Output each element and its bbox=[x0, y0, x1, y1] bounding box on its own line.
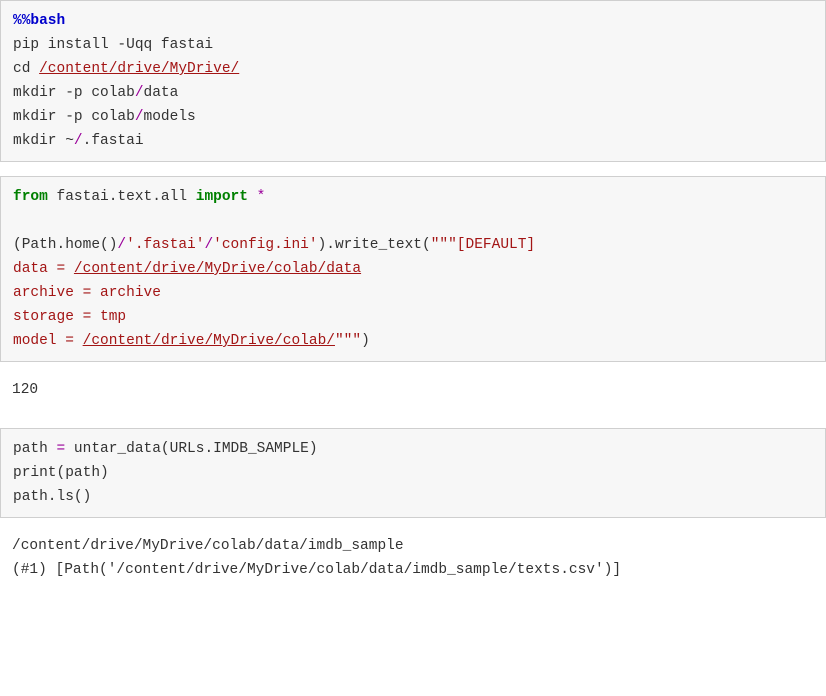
output-line: /content/drive/MyDrive/colab/data/imdb_s… bbox=[12, 534, 814, 558]
magic-token: %%bash bbox=[13, 13, 65, 29]
path-token: /content/drive/MyDrive/colab/data bbox=[74, 261, 361, 277]
string-token: model = bbox=[13, 333, 83, 349]
code-line: (Path.home()/'.fastai'/'config.ini').wri… bbox=[13, 233, 813, 257]
operator: / bbox=[204, 237, 213, 253]
path-token: /content/drive/MyDrive/colab/ bbox=[83, 333, 335, 349]
code-text: .fastai bbox=[83, 133, 144, 149]
operator: * bbox=[257, 189, 266, 205]
string-token: data = bbox=[13, 261, 74, 277]
keyword: from bbox=[13, 189, 48, 205]
code-cell-3: path = untar_data(URLs.IMDB_SAMPLE) prin… bbox=[0, 428, 826, 518]
code-text: pip install -Uqq fastai bbox=[13, 37, 213, 53]
string-token: archive = archive bbox=[13, 285, 161, 301]
string-token: '.fastai' bbox=[126, 237, 204, 253]
code-text: path.ls() bbox=[13, 489, 91, 505]
code-text: untar_data(URLs.IMDB_SAMPLE) bbox=[65, 441, 317, 457]
operator: / bbox=[135, 85, 144, 101]
code-cell-2: from fastai.text.all import * (Path.home… bbox=[0, 176, 826, 362]
output-cell-2: 120 bbox=[0, 376, 826, 416]
string-token: """[DEFAULT] bbox=[431, 237, 535, 253]
operator: / bbox=[117, 237, 126, 253]
code-line: storage = tmp bbox=[13, 305, 813, 329]
code-text: mkdir -p colab bbox=[13, 109, 135, 125]
code-line: path = untar_data(URLs.IMDB_SAMPLE) bbox=[13, 437, 813, 461]
code-text: print(path) bbox=[13, 465, 109, 481]
output-cell-3: /content/drive/MyDrive/colab/data/imdb_s… bbox=[0, 532, 826, 596]
code-text: (Path.home() bbox=[13, 237, 117, 253]
code-line: mkdir -p colab/data bbox=[13, 81, 813, 105]
code-line: path.ls() bbox=[13, 485, 813, 509]
keyword: import bbox=[196, 189, 248, 205]
code-line: mkdir ~/.fastai bbox=[13, 129, 813, 153]
code-line: from fastai.text.all import * bbox=[13, 185, 813, 209]
code-text: ) bbox=[361, 333, 370, 349]
code-text: ).write_text( bbox=[318, 237, 431, 253]
code-line: data = /content/drive/MyDrive/colab/data bbox=[13, 257, 813, 281]
code-line: cd /content/drive/MyDrive/ bbox=[13, 57, 813, 81]
operator: / bbox=[135, 109, 144, 125]
code-text: fastai.text.all bbox=[48, 189, 196, 205]
output-line: 120 bbox=[12, 378, 814, 402]
code-line: pip install -Uqq fastai bbox=[13, 33, 813, 57]
code-text bbox=[248, 189, 257, 205]
code-line: archive = archive bbox=[13, 281, 813, 305]
code-text: mkdir -p colab bbox=[13, 85, 135, 101]
code-line: mkdir -p colab/models bbox=[13, 105, 813, 129]
output-line: (#1) [Path('/content/drive/MyDrive/colab… bbox=[12, 558, 814, 582]
code-text: data bbox=[144, 85, 179, 101]
string-token: storage = tmp bbox=[13, 309, 126, 325]
code-text: models bbox=[144, 109, 196, 125]
code-text: cd bbox=[13, 61, 39, 77]
code-text: mkdir ~ bbox=[13, 133, 74, 149]
path-token: /content/drive/MyDrive/ bbox=[39, 61, 239, 77]
operator: / bbox=[74, 133, 83, 149]
code-line: model = /content/drive/MyDrive/colab/"""… bbox=[13, 329, 813, 353]
string-token: 'config.ini' bbox=[213, 237, 317, 253]
code-cell-1: %%bash pip install -Uqq fastai cd /conte… bbox=[0, 0, 826, 162]
operator: = bbox=[57, 441, 66, 457]
blank-line bbox=[13, 209, 813, 233]
code-line: print(path) bbox=[13, 461, 813, 485]
code-text: path bbox=[13, 441, 57, 457]
code-line: %%bash bbox=[13, 9, 813, 33]
string-token: """ bbox=[335, 333, 361, 349]
